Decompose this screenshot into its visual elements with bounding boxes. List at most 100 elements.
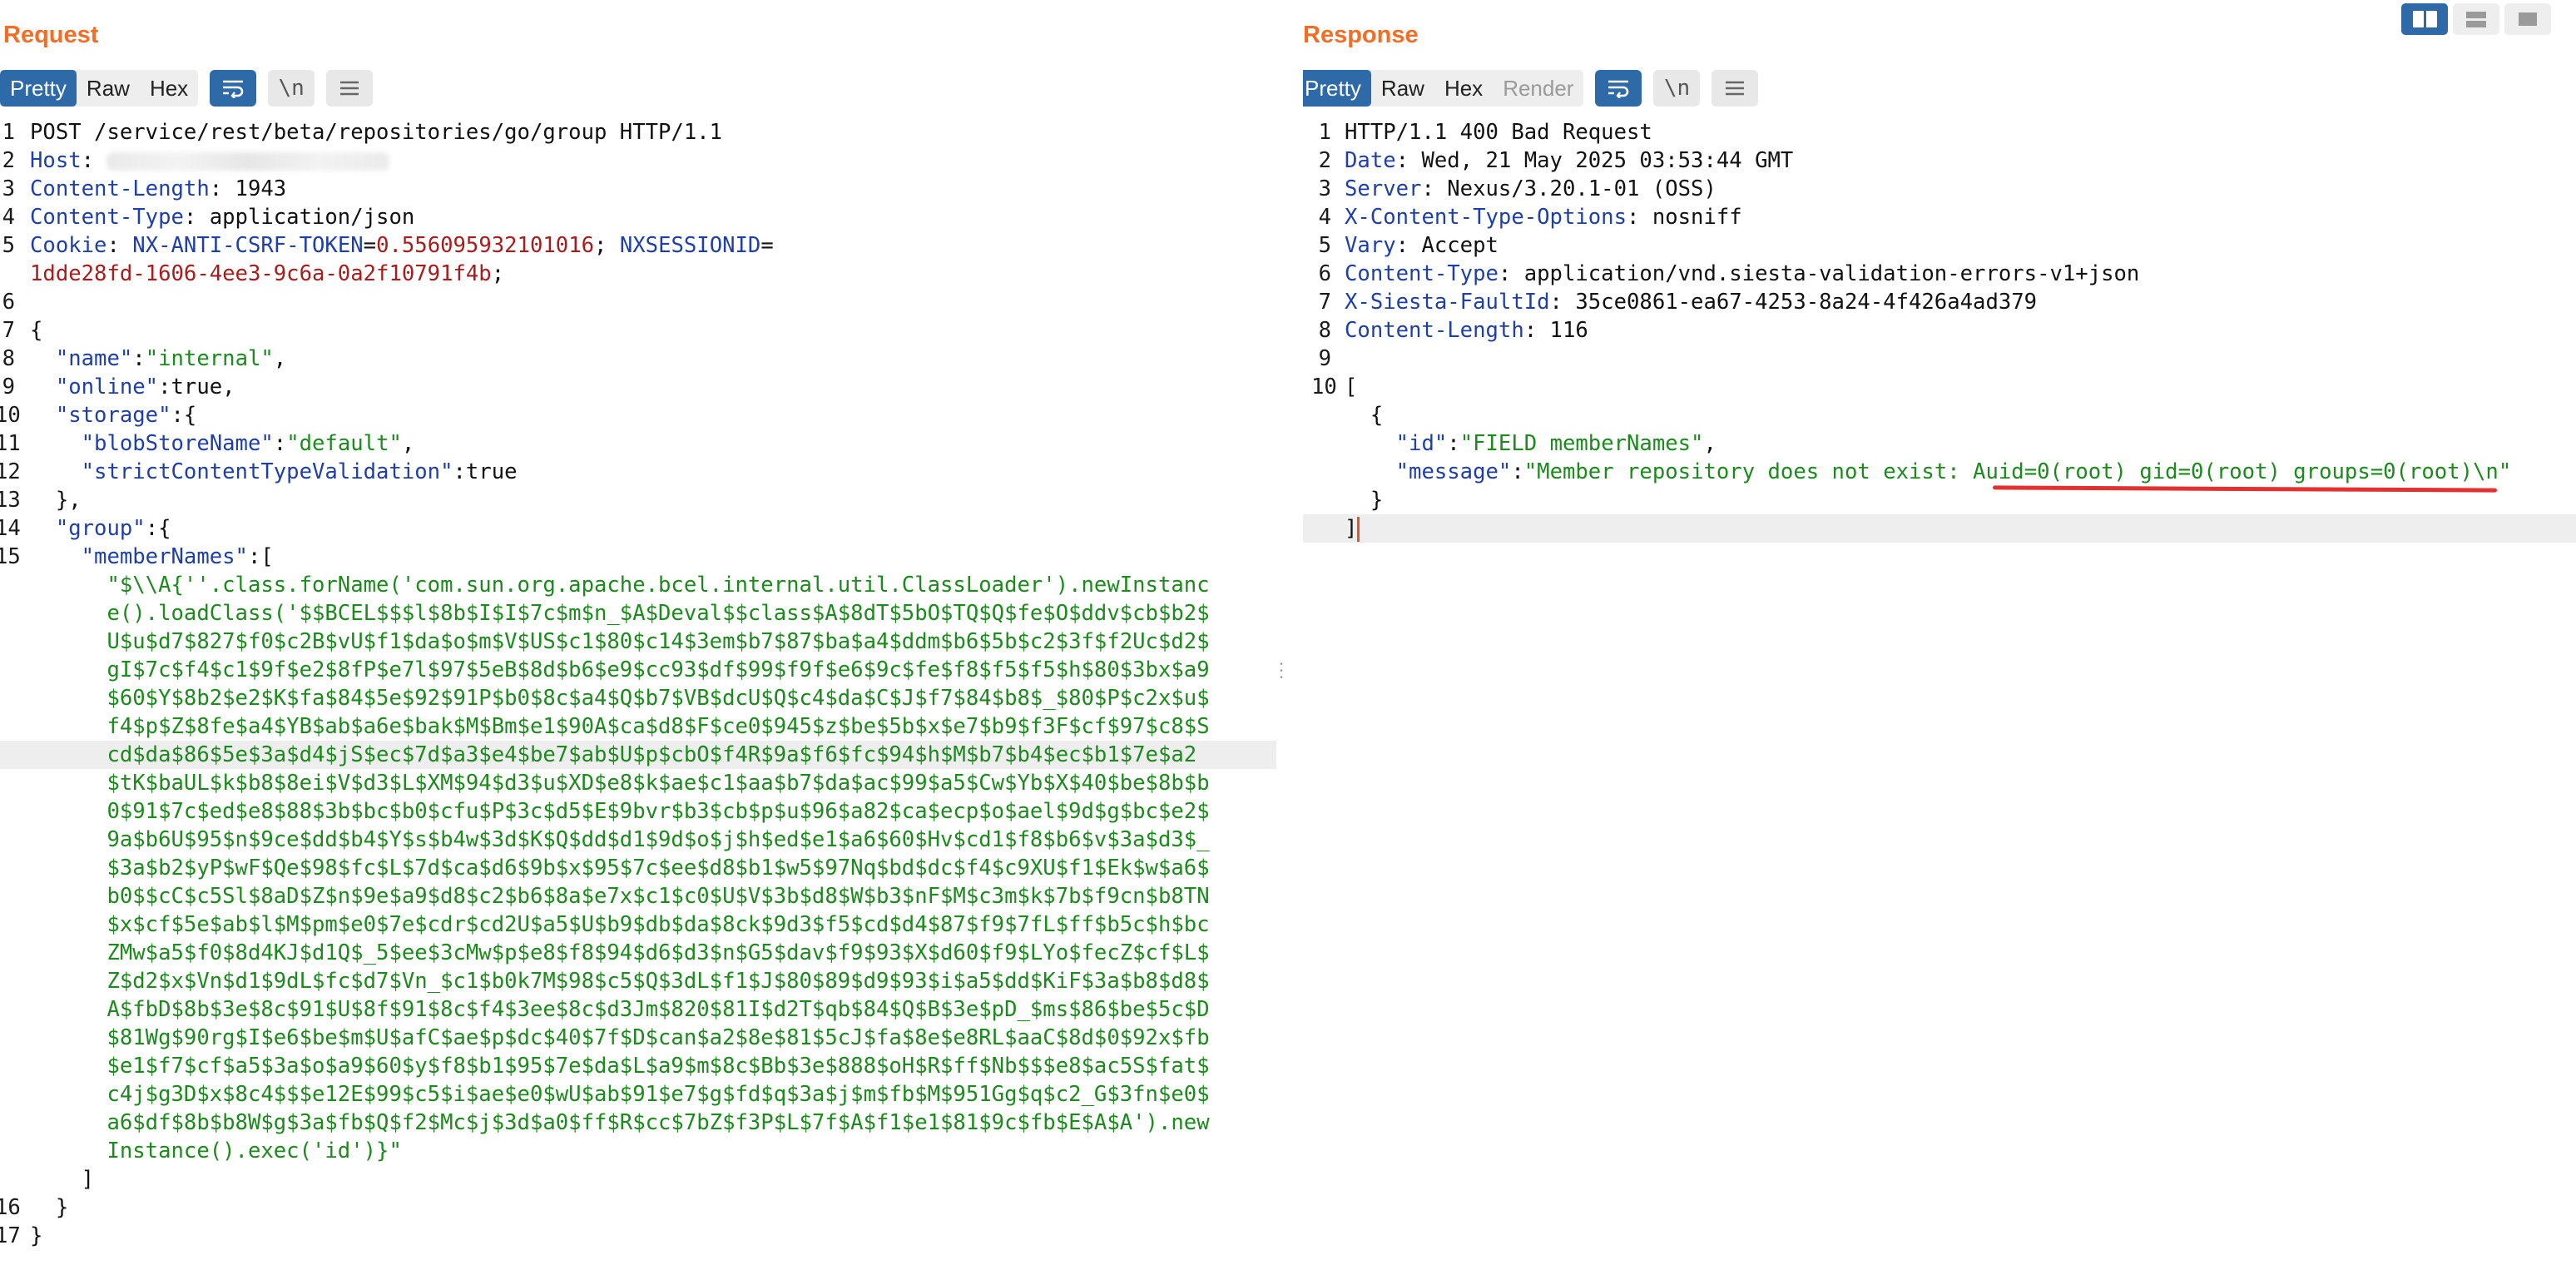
resize-handle-icon[interactable]: • • •	[1279, 661, 1284, 682]
code-text: X-Siesta-FaultId: 35ce0861-ea67-4253-8a2…	[1345, 288, 2037, 316]
code-line[interactable]: 1 POST /service/rest/beta/repositories/go…	[0, 118, 1276, 146]
code-line[interactable]: 8 Content-Length: 116	[1303, 316, 2576, 345]
code-token: Date	[1345, 148, 1396, 173]
tab-raw[interactable]: Raw	[77, 70, 140, 107]
code-token: $tK$baUL$k$b8$8ei$V$d3$L$XM$94$d3$u$XD$e…	[30, 771, 1210, 796]
code-line[interactable]: 9a$b6U$95$n$9ce$dd$b4$Y$s$b4w$3d$K$Q$dd$…	[0, 826, 1276, 854]
code-line[interactable]: {	[1303, 401, 2576, 429]
code-line[interactable]: 10 "storage":{	[0, 401, 1276, 429]
code-line[interactable]: 14 "group":{	[0, 514, 1276, 543]
line-number: 4	[1318, 205, 1331, 230]
code-text: ]	[1345, 514, 1360, 543]
newline-toggle-icon[interactable]: \n	[1653, 70, 1701, 107]
code-text: "storage":{	[30, 401, 197, 429]
layout-stacked-icon[interactable]	[2453, 3, 2499, 35]
code-text: },	[30, 486, 82, 514]
code-line[interactable]: $60$Y$8b2$e2$K$fa$84$5e$92$91P$b0$8c$a4$…	[0, 684, 1276, 712]
code-line[interactable]: c4j$g3D$x$8c4$$$e12E$99$c5$i$ae$e0$wU$ab…	[0, 1080, 1276, 1109]
code-line[interactable]: 5 Vary: Accept	[1303, 231, 2576, 260]
code-line[interactable]: 5 Cookie: NX-ANTI-CSRF-TOKEN=0.5560959321…	[0, 231, 1276, 260]
code-line[interactable]: 2 Host:	[0, 146, 1276, 175]
newline-toggle-icon[interactable]: \n	[268, 70, 315, 107]
code-line[interactable]: a6$df$8b$b8W$g$3a$fb$Q$f2$Mc$j$3d$a0$ff$…	[0, 1109, 1276, 1137]
layout-single-icon[interactable]	[2504, 3, 2551, 35]
line-number: 9	[1318, 346, 1331, 371]
code-line[interactable]: ]	[0, 1165, 1276, 1193]
code-text: }	[1345, 486, 1383, 514]
tab-hex[interactable]: Hex	[1434, 70, 1493, 107]
code-line[interactable]: 3 Server: Nexus/3.20.1-01 (OSS)	[1303, 175, 2576, 203]
code-token: : Wed, 21 May 2025 03:53:44 GMT	[1395, 148, 1794, 173]
code-token: : nosniff	[1627, 205, 1742, 230]
code-line[interactable]: "id":"FIELD memberNames",	[1303, 429, 2576, 458]
code-line[interactable]: 0$91$7c$ed$e8$88$3b$bc$b0$cfu$P$3c$d5$E$…	[0, 797, 1276, 826]
menu-icon[interactable]	[1712, 70, 1759, 107]
code-token: :	[81, 148, 107, 173]
code-line[interactable]: cd$da$86$5e$3a$d4$jS$ec$7d$a3$e4$be7$ab$…	[0, 741, 1276, 769]
code-text: $81Wg$90rg$I$e6$be$m$U$afC$ae$p$dc$40$7f…	[30, 1024, 1209, 1052]
code-token: $60$Y$8b2$e2$K$fa$84$5e$92$91P$b0$8c$a4$…	[30, 686, 1210, 711]
code-line[interactable]: $tK$baUL$k$b8$8ei$V$d3$L$XM$94$d3$u$XD$e…	[0, 769, 1276, 797]
code-line[interactable]: 10 [	[1303, 373, 2576, 401]
code-line[interactable]: ZMw$a5$f0$8d4KJ$d1Q$_5$ee$3cMw$p$e8$f8$9…	[0, 939, 1276, 967]
code-line[interactable]: 4 Content-Type: application/json	[0, 203, 1276, 231]
code-line[interactable]: 1dde28fd-1606-4ee3-9c6a-0a2f10791f4b;	[0, 260, 1276, 288]
code-line[interactable]: 16 }	[0, 1193, 1276, 1222]
wrap-lines-icon[interactable]	[1595, 70, 1642, 107]
code-line[interactable]: 8 "name":"internal",	[0, 345, 1276, 373]
code-line[interactable]: U$u$d7$827$f0$c2B$vU$f1$da$o$m$V$US$c1$8…	[0, 628, 1276, 656]
code-line[interactable]: 15 "memberNames":[	[0, 543, 1276, 571]
code-token: :	[1511, 459, 1524, 484]
code-line[interactable]: Instance().exec('id')}"	[0, 1137, 1276, 1165]
code-line[interactable]: 4 X-Content-Type-Options: nosniff	[1303, 203, 2576, 231]
request-editor[interactable]: 1 POST /service/rest/beta/repositories/go…	[0, 118, 1276, 1265]
response-panel: Response Pretty Raw Hex Render \n 1 HTTP/…	[1303, 0, 2576, 1265]
code-line[interactable]: 7 X-Siesta-FaultId: 35ce0861-ea67-4253-8a…	[1303, 288, 2576, 316]
code-line[interactable]: e().loadClass('$$BCEL$$$l$8b$I$I$7c$m$n_…	[0, 599, 1276, 628]
menu-icon[interactable]	[326, 70, 374, 107]
code-line[interactable]: 9 "online":true,	[0, 373, 1276, 401]
tab-hex[interactable]: Hex	[140, 70, 198, 107]
code-line[interactable]: $e1$f7$cf$a5$3a$o$a9$60$y$f8$b1$95$7e$da…	[0, 1052, 1276, 1080]
code-line[interactable]: "message":"Member repository does not ex…	[1303, 458, 2576, 486]
code-token: Z$d2$x$Vn$d1$9dL$fc$d7$Vn_$c1$b0k7M$98$c…	[30, 969, 1210, 994]
code-token: ZMw$a5$f0$8d4KJ$d1Q$_5$ee$3cMw$p$e8$f8$9…	[30, 940, 1210, 965]
code-line[interactable]: 11 "blobStoreName":"default",	[0, 429, 1276, 458]
code-line[interactable]: 6	[0, 288, 1276, 316]
code-line[interactable]: 17}	[0, 1222, 1276, 1250]
line-number: 1	[1318, 120, 1331, 145]
code-line[interactable]: f4$p$Z$8fe$a4$YB$ab$a6e$bak$M$Bm$e1$90A$…	[0, 712, 1276, 741]
code-line[interactable]: $3a$b2$yP$wF$Qe$98$fc$L$7d$ca$d6$9b$x$95…	[0, 854, 1276, 882]
line-number: 6	[1318, 261, 1331, 286]
code-line[interactable]: 2 Date: Wed, 21 May 2025 03:53:44 GMT	[1303, 146, 2576, 175]
code-line[interactable]: gI$7c$f4$c1$9f$e2$8fP$e7l$97$5eB$8d$b6$e…	[0, 656, 1276, 684]
code-token: =	[760, 233, 774, 258]
code-line[interactable]: $x$cf$5e$ab$l$M$pm$e0$7e$cdr$cd2U$a5$U$b…	[0, 910, 1276, 939]
code-text: "id":"FIELD memberNames",	[1345, 429, 1717, 458]
panel-divider[interactable]	[1276, 0, 1303, 1265]
code-line[interactable]: 12 "strictContentTypeValidation":true	[0, 458, 1276, 486]
tab-pretty[interactable]: Pretty	[1303, 70, 1371, 107]
code-text: HTTP/1.1 400 Bad Request	[1345, 118, 1652, 146]
code-token: }	[1345, 488, 1384, 513]
code-line[interactable]: Z$d2$x$Vn$d1$9dL$fc$d7$Vn_$c1$b0k7M$98$c…	[0, 967, 1276, 995]
code-line[interactable]: $81Wg$90rg$I$e6$be$m$U$afC$ae$p$dc$40$7f…	[0, 1024, 1276, 1052]
code-line[interactable]: 3 Content-Length: 1943	[0, 175, 1276, 203]
wrap-lines-icon[interactable]	[210, 70, 257, 107]
code-line[interactable]: A$fbD$8b$3e$8c$91$U$8f$91$8c$f4$3ee$8c$d…	[0, 995, 1276, 1024]
code-line[interactable]: ]	[1303, 514, 2576, 543]
code-text: $60$Y$8b2$e2$K$fa$84$5e$92$91P$b0$8c$a4$…	[30, 684, 1210, 712]
response-editor[interactable]: 1 HTTP/1.1 400 Bad Request 2 Date: Wed, 21 …	[1303, 118, 2576, 1265]
code-token: 1dde28fd-1606-4ee3-9c6a-0a2f10791f4b	[30, 261, 492, 286]
tab-pretty[interactable]: Pretty	[0, 70, 77, 107]
tab-raw[interactable]: Raw	[1371, 70, 1434, 107]
code-line[interactable]: 7{	[0, 316, 1276, 345]
code-line[interactable]: 1 HTTP/1.1 400 Bad Request	[1303, 118, 2576, 146]
code-line[interactable]: b0$$cC$c5Sl$8aD$Z$n$9e$a9$d8$c2$b6$8a$e7…	[0, 882, 1276, 910]
tab-render[interactable]: Render	[1493, 70, 1583, 107]
layout-side-by-side-icon[interactable]	[2401, 3, 2448, 35]
code-line[interactable]: "$\\A{''.class.forName('com.sun.org.apac…	[0, 571, 1276, 599]
code-line[interactable]: 9	[1303, 345, 2576, 373]
code-line[interactable]: 6 Content-Type: application/vnd.siesta-va…	[1303, 260, 2576, 288]
code-line[interactable]: 13 },	[0, 486, 1276, 514]
